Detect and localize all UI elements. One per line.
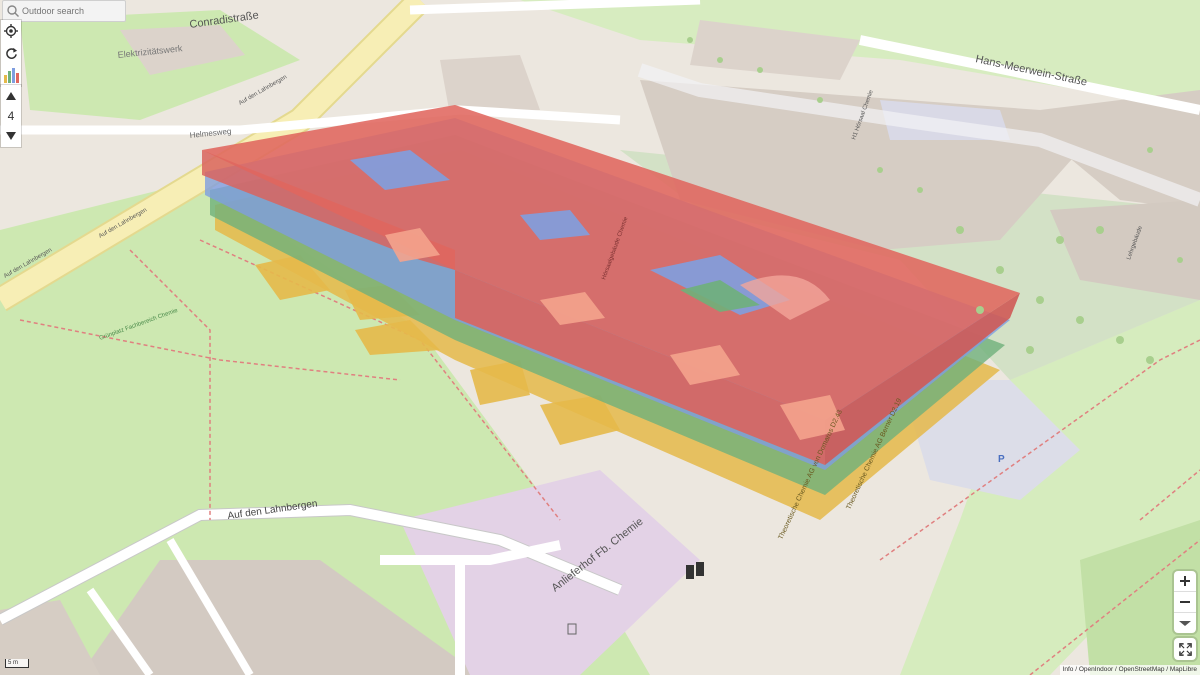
bar-chart-icon bbox=[4, 68, 19, 83]
svg-text:P: P bbox=[998, 454, 1005, 465]
zoom-in-button[interactable] bbox=[1174, 571, 1196, 592]
geolocate-button[interactable] bbox=[1, 20, 21, 42]
map-tools bbox=[1, 20, 21, 86]
level-selector: 4 bbox=[1, 85, 21, 147]
level-up-button[interactable] bbox=[0, 85, 22, 107]
minus-icon bbox=[1180, 601, 1190, 603]
parking-icon: P bbox=[998, 454, 1005, 465]
attribution[interactable]: Info / OpenIndoor / OpenStreetMap / MapL… bbox=[1059, 665, 1200, 675]
compass-icon bbox=[1179, 621, 1191, 626]
fullscreen-control bbox=[1174, 638, 1196, 660]
map-canvas[interactable]: Conradistraße Hans-Meerwein-Straße Helme… bbox=[0, 0, 1200, 675]
zoom-out-button[interactable] bbox=[1174, 592, 1196, 613]
refresh-icon bbox=[5, 47, 17, 59]
current-level: 4 bbox=[7, 109, 15, 123]
search-icon bbox=[7, 5, 19, 17]
zoom-controls bbox=[1174, 571, 1196, 633]
triangle-up-icon bbox=[6, 92, 16, 100]
level-down-button[interactable] bbox=[0, 125, 22, 147]
crosshair-icon bbox=[4, 24, 18, 38]
triangle-down-icon bbox=[6, 132, 16, 140]
plus-icon bbox=[1180, 576, 1190, 586]
building-3d-button[interactable] bbox=[1, 64, 21, 86]
refresh-button[interactable] bbox=[1, 42, 21, 64]
fullscreen-button[interactable] bbox=[1174, 638, 1196, 660]
outdoor-search-box[interactable] bbox=[2, 0, 126, 22]
compass-button[interactable] bbox=[1174, 613, 1196, 633]
fullscreen-icon bbox=[1178, 642, 1192, 656]
scale-bar: 5 m bbox=[5, 659, 29, 668]
search-input[interactable] bbox=[20, 6, 122, 16]
